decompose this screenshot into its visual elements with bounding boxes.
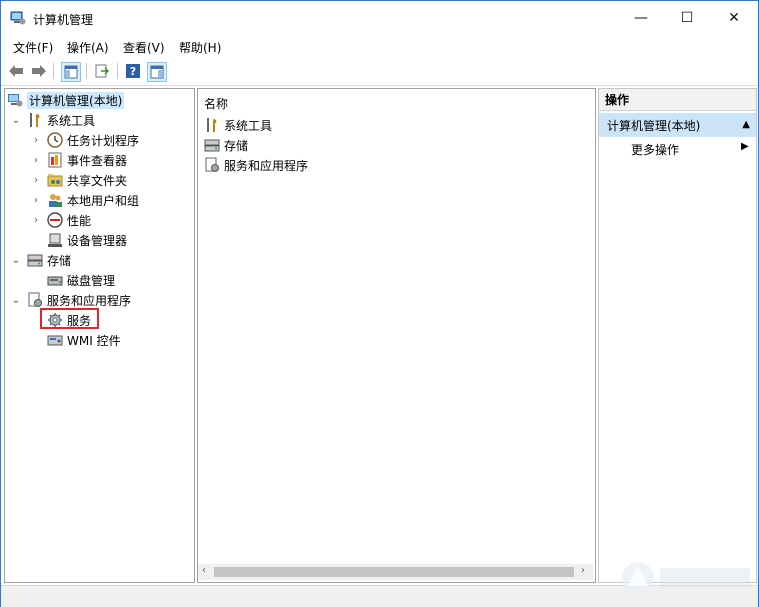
- tree-item-label: WMI 控件: [67, 333, 121, 348]
- tools-icon: [27, 112, 43, 128]
- tree-item-local-users[interactable]: › 本地用户和组: [31, 191, 139, 209]
- device-manager-icon: [47, 232, 63, 248]
- tree-item-label: 共享文件夹: [67, 173, 128, 188]
- back-icon[interactable]: [7, 62, 25, 80]
- close-button[interactable]: ✕: [711, 1, 757, 35]
- clock-icon: [47, 132, 63, 148]
- wmi-icon: [47, 332, 63, 348]
- list-item-label: 存储: [224, 138, 249, 153]
- menu-view[interactable]: 查看(V): [123, 39, 165, 56]
- services-apps-icon: [204, 157, 220, 173]
- menu-file[interactable]: 文件(F): [13, 39, 53, 56]
- tree-item-label: 本地用户和组: [67, 193, 140, 208]
- actions-pane: 操作 计算机管理(本地) ▲ 更多操作 ▶: [598, 88, 757, 583]
- column-header-name[interactable]: 名称: [204, 95, 228, 112]
- tools-icon: [204, 117, 220, 133]
- watermark-logo: [622, 562, 750, 594]
- chevron-down-icon[interactable]: ⌄: [11, 295, 21, 306]
- list-item[interactable]: 服务和应用程序: [204, 156, 308, 174]
- toolbar-separator: [117, 63, 118, 79]
- event-viewer-icon: [47, 152, 63, 168]
- chevron-right-icon[interactable]: ›: [31, 175, 41, 186]
- actions-group-header[interactable]: 计算机管理(本地) ▲: [599, 113, 756, 137]
- tree-root[interactable]: 计算机管理(本地): [7, 91, 125, 109]
- users-icon: [47, 192, 63, 208]
- tree-item-services-apps[interactable]: ⌄ 服务和应用程序: [11, 291, 131, 309]
- list-item[interactable]: 系统工具: [204, 116, 272, 134]
- toolbar-separator: [86, 63, 87, 79]
- forward-icon[interactable]: [30, 62, 48, 80]
- results-pane[interactable]: 名称 系统工具 存储 服务和应用程序: [197, 88, 596, 583]
- chevron-down-icon[interactable]: ⌄: [11, 255, 21, 266]
- tree-item-disk-management[interactable]: 磁盘管理: [47, 271, 115, 289]
- toolbar: ?: [1, 58, 758, 86]
- tree-item-storage[interactable]: ⌄ 存储: [11, 251, 71, 269]
- menu-bar: 文件(F) 操作(A) 查看(V) 帮助(H): [1, 35, 758, 57]
- chevron-down-icon[interactable]: ⌄: [11, 115, 21, 126]
- show-hide-console-tree-icon[interactable]: [61, 62, 81, 82]
- menu-help[interactable]: 帮助(H): [179, 39, 221, 56]
- menu-action[interactable]: 操作(A): [67, 39, 109, 56]
- tree-item-label: 性能: [67, 213, 92, 228]
- list-item-label: 系统工具: [224, 118, 273, 133]
- tree-item-device-manager[interactable]: 设备管理器: [47, 231, 127, 249]
- tree-item-label: 磁盘管理: [67, 273, 116, 288]
- scrollbar-thumb[interactable]: [214, 567, 574, 577]
- tree-item-system-tools[interactable]: ⌄ 系统工具: [11, 111, 95, 129]
- show-hide-action-pane-icon[interactable]: [147, 62, 167, 82]
- console-tree-pane[interactable]: 计算机管理(本地) ⌄ 系统工具 › 任务计划程序 › 事件查看器 › 共享文件…: [4, 88, 195, 583]
- services-apps-icon: [27, 292, 43, 308]
- storage-icon: [204, 137, 220, 153]
- tree-item-label: 存储: [47, 253, 72, 268]
- shared-folder-icon: [47, 172, 63, 188]
- more-actions-item[interactable]: 更多操作: [631, 141, 679, 158]
- tree-item-task-scheduler[interactable]: › 任务计划程序: [31, 131, 139, 149]
- services-highlight-box: [40, 308, 99, 329]
- chevron-right-icon[interactable]: ›: [31, 215, 41, 226]
- tree-item-performance[interactable]: › 性能: [31, 211, 91, 229]
- chevron-right-icon[interactable]: ›: [31, 155, 41, 166]
- performance-icon: [47, 212, 63, 228]
- computer-management-icon: [7, 92, 23, 108]
- horizontal-scrollbar[interactable]: ‹ ›: [198, 564, 593, 580]
- computer-management-icon: [10, 10, 26, 26]
- tree-item-wmi-control[interactable]: WMI 控件: [47, 331, 121, 349]
- collapse-up-icon[interactable]: ▲: [742, 119, 750, 130]
- tree-item-shared-folders[interactable]: › 共享文件夹: [31, 171, 127, 189]
- minimize-button[interactable]: —: [618, 1, 664, 35]
- tree-item-label: 事件查看器: [67, 153, 128, 168]
- window-title: 计算机管理: [33, 13, 94, 27]
- tree-item-label: 服务和应用程序: [47, 293, 132, 308]
- help-icon[interactable]: ?: [124, 62, 142, 80]
- tree-item-label: 任务计划程序: [67, 133, 140, 148]
- computer-management-window: 计算机管理 — ☐ ✕ 文件(F) 操作(A) 查看(V) 帮助(H) ? 计算…: [0, 0, 759, 607]
- scroll-right-icon[interactable]: ›: [581, 565, 585, 576]
- storage-icon: [27, 252, 43, 268]
- svg-text:?: ?: [130, 65, 136, 78]
- actions-title: 操作: [599, 89, 756, 111]
- export-list-icon[interactable]: [93, 62, 111, 80]
- list-item-label: 服务和应用程序: [224, 158, 309, 173]
- list-item[interactable]: 存储: [204, 136, 248, 154]
- chevron-right-icon[interactable]: ›: [31, 135, 41, 146]
- tree-root-label: 计算机管理(本地): [27, 91, 125, 109]
- toolbar-separator: [53, 63, 54, 79]
- tree-item-label: 设备管理器: [67, 233, 128, 248]
- chevron-right-icon[interactable]: ›: [31, 195, 41, 206]
- tree-item-label: 系统工具: [47, 113, 96, 128]
- disk-icon: [47, 272, 63, 288]
- actions-group-label: 计算机管理(本地): [607, 118, 701, 133]
- submenu-arrow-icon[interactable]: ▶: [741, 141, 749, 152]
- scroll-left-icon[interactable]: ‹: [202, 565, 206, 576]
- title-bar: 计算机管理 — ☐ ✕: [1, 1, 758, 35]
- tree-item-event-viewer[interactable]: › 事件查看器: [31, 151, 127, 169]
- maximize-button[interactable]: ☐: [664, 1, 710, 35]
